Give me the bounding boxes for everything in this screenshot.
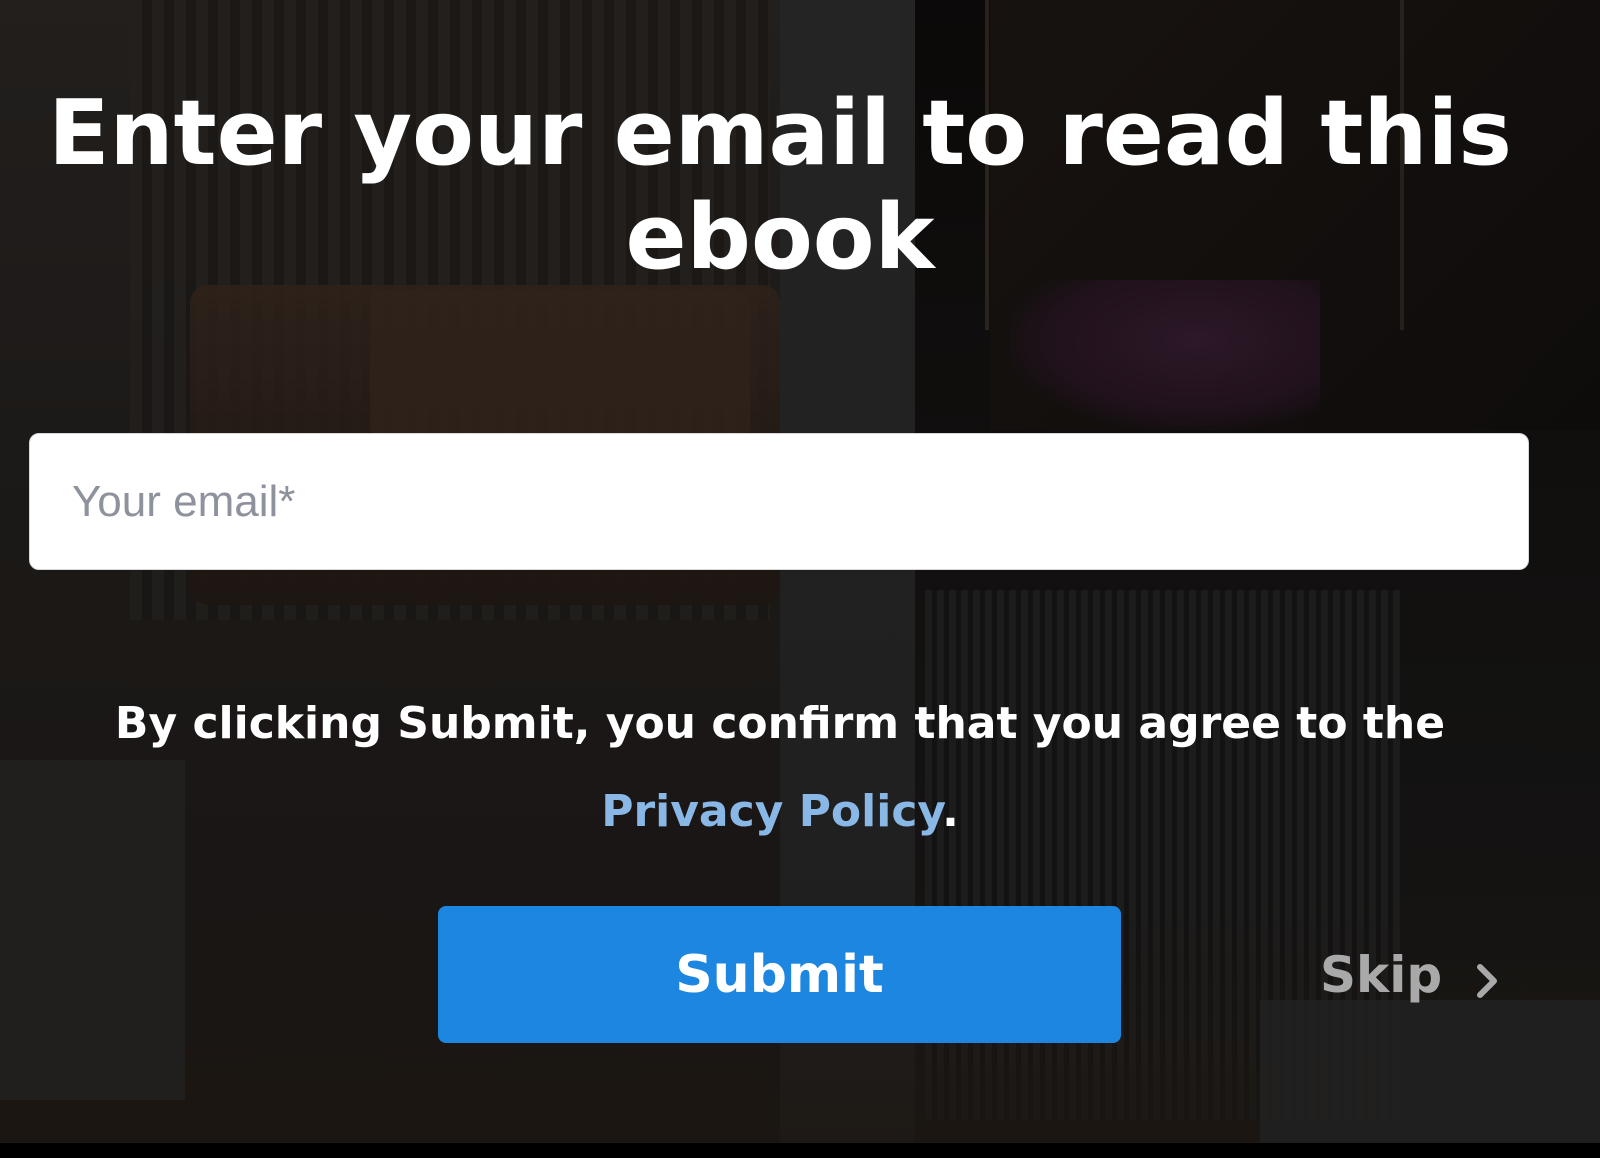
email-gate-dialog: Enter your email to read this ebook By c… bbox=[0, 0, 1600, 1143]
bottom-edge-bar bbox=[0, 1143, 1600, 1158]
consent-notice: By clicking Submit, you confirm that you… bbox=[40, 680, 1520, 856]
dialog-headline: Enter your email to read this ebook bbox=[48, 81, 1512, 290]
chevron-right-icon bbox=[1472, 955, 1502, 998]
email-field[interactable] bbox=[29, 433, 1529, 570]
submit-button[interactable]: Submit bbox=[438, 906, 1121, 1043]
skip-label: Skip bbox=[1320, 946, 1443, 1004]
skip-button[interactable]: Skip bbox=[1320, 940, 1502, 1010]
consent-period: . bbox=[942, 786, 959, 837]
privacy-policy-link[interactable]: Privacy Policy bbox=[601, 786, 942, 837]
consent-text: By clicking Submit, you confirm that you… bbox=[114, 698, 1446, 749]
email-gate-page: Enter your email to read this ebook By c… bbox=[0, 0, 1600, 1158]
